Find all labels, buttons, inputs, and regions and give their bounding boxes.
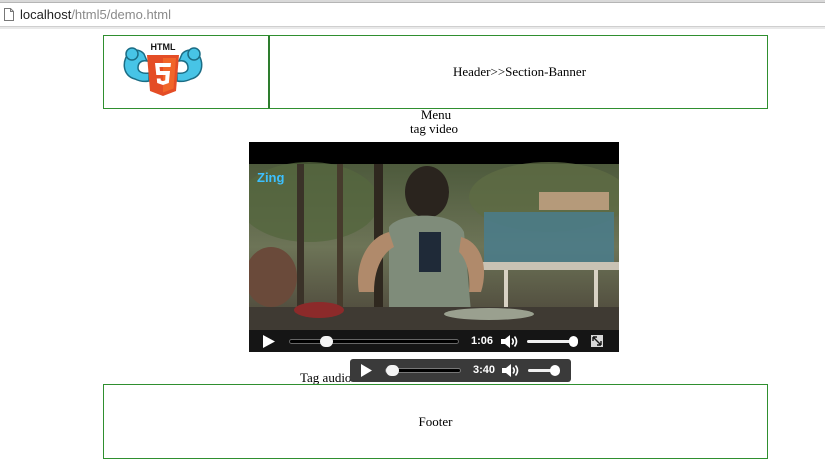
audio-seek-thumb[interactable] — [386, 365, 399, 376]
audio-play-icon[interactable] — [361, 364, 372, 377]
url-host: localhost — [20, 7, 72, 22]
audio-volume-thumb[interactable] — [550, 365, 560, 376]
volume-icon[interactable] — [501, 334, 519, 349]
address-bar[interactable]: localhost/html5/demo.html — [0, 3, 825, 27]
video-seek-thumb[interactable] — [320, 336, 333, 347]
url-path: /html5/demo.html — [71, 7, 172, 22]
play-icon[interactable] — [263, 335, 275, 348]
video-watermark: Zing — [257, 170, 284, 185]
audio-time: 3:40 — [473, 364, 496, 376]
page-footer: Footer — [103, 384, 768, 459]
page-icon — [4, 8, 14, 21]
chrome-divider — [0, 27, 825, 29]
audio-seek-bar[interactable] — [385, 365, 461, 376]
video-frame[interactable]: Zing — [249, 142, 619, 330]
video-seek-bar[interactable] — [289, 336, 459, 347]
logo-text: HTML — [151, 42, 176, 52]
menu[interactable]: Menu — [0, 108, 825, 122]
audio-volume-icon[interactable] — [502, 363, 520, 378]
logo-cell: HTML — [104, 36, 270, 108]
video-controls: 1:06 — [249, 330, 619, 352]
video-time: 1:06 — [471, 335, 494, 347]
banner: Header>>Section-Banner — [452, 64, 587, 79]
fullscreen-icon[interactable] — [591, 335, 603, 347]
video-volume-thumb[interactable] — [569, 336, 578, 347]
video-volume-slider[interactable] — [527, 336, 578, 347]
audio-player[interactable]: 3:40 — [350, 359, 571, 382]
audio-label: Tag audio — [300, 370, 352, 385]
url-text[interactable]: localhost/html5/demo.html — [20, 7, 171, 23]
video-label: tag video — [409, 121, 458, 136]
audio-volume-slider[interactable] — [528, 365, 560, 376]
html5-logo: HTML — [123, 42, 203, 96]
video-player[interactable]: Zing 1:06 — [249, 142, 619, 352]
page-header: HTML Header>>Section-Banner — [103, 35, 768, 109]
